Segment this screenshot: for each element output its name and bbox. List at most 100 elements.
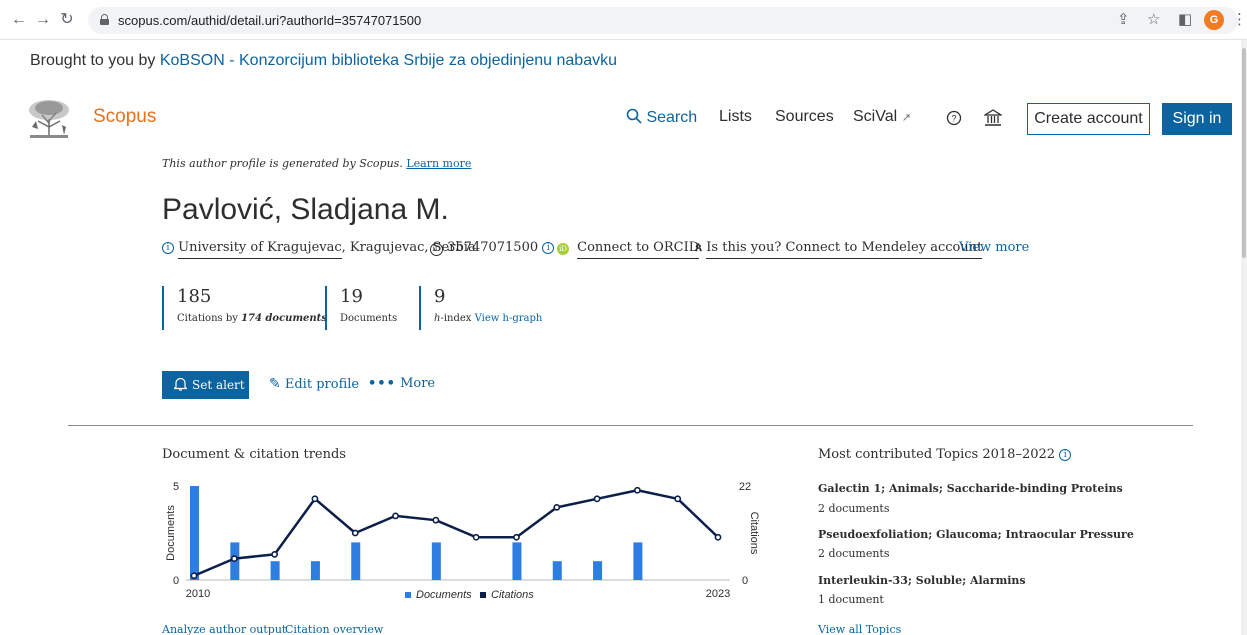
- institution-link[interactable]: KoBSON - Konzorcijum biblioteka Srbije z…: [160, 52, 617, 69]
- institution-icon[interactable]: [982, 109, 1004, 132]
- nav-scival-label: SciVal: [853, 108, 898, 125]
- mendeley-icon: ጰ: [695, 240, 703, 254]
- connect-mendeley-label: Is this you? Connect to Mendeley account: [706, 240, 983, 259]
- citations-point: [230, 555, 238, 563]
- nav-lists[interactable]: Lists: [719, 108, 752, 126]
- documents-label: Documents: [340, 313, 398, 324]
- topics-title-text: Most contributed Topics 2018–2022: [818, 447, 1056, 462]
- documents-bar: [310, 561, 320, 580]
- topic-docs: 2 documents: [818, 547, 890, 560]
- citations-label: Citations by 174 documents: [177, 313, 327, 324]
- citations-point: [271, 550, 279, 558]
- more-button[interactable]: ••• More: [368, 376, 435, 391]
- url-text[interactable]: scopus.com/authid/detail.uri?authorId=35…: [118, 13, 421, 28]
- address-bar[interactable]: scopus.com/authid/detail.uri?authorId=35…: [88, 7, 1238, 34]
- view-all-topics-link[interactable]: View all Topics: [818, 623, 901, 635]
- metric-citations[interactable]: 185 Citations by 174 documents: [162, 286, 327, 330]
- citations-point: [633, 486, 641, 494]
- edit-profile-label: Edit profile: [284, 377, 360, 392]
- scopus-id-value: 35747071500: [447, 240, 539, 255]
- side-panel-icon[interactable]: ◧: [1178, 10, 1192, 30]
- documents-value: 19: [340, 286, 363, 307]
- topic-docs: 1 document: [818, 593, 884, 606]
- documents-bar: [633, 542, 643, 580]
- citations-point: [593, 495, 601, 503]
- citations-point: [432, 516, 440, 524]
- set-alert-label: Set alert: [192, 378, 245, 392]
- menu-kebab-icon[interactable]: ⋮: [1232, 10, 1247, 30]
- analyze-author-output-link[interactable]: Analyze author output: [162, 623, 286, 635]
- document-citation-chart: 5 0 22 0 Documents Citations 2010 2023 Documents…: [165, 481, 760, 601]
- search-icon: [626, 108, 642, 124]
- legend-citations-label: Citations: [491, 589, 534, 601]
- scopus-brand[interactable]: Scopus: [93, 106, 156, 128]
- topic-name[interactable]: Galectin 1; Animals; Saccharide-binding …: [818, 482, 1123, 495]
- nav-sources[interactable]: Sources: [775, 108, 834, 126]
- x-axis-tick: 2010: [186, 588, 210, 600]
- reload-icon[interactable]: ↻: [58, 10, 76, 30]
- citations-point: [351, 529, 359, 537]
- lock-icon: [100, 14, 109, 25]
- edit-profile-button[interactable]: ✎ Edit profile: [269, 376, 359, 392]
- nav-scival[interactable]: SciVal ↗: [853, 108, 911, 126]
- citations-point: [513, 533, 520, 541]
- citations-point: [392, 512, 399, 520]
- banner-prefix: Brought to you by: [30, 52, 160, 69]
- left-axis-tick: 0: [173, 575, 179, 587]
- forward-icon[interactable]: →: [34, 10, 52, 30]
- connect-orcid-label: Connect to ORCID: [577, 240, 700, 259]
- sign-in-button[interactable]: Sign in: [1162, 103, 1232, 135]
- documents-bar: [552, 561, 562, 580]
- back-icon[interactable]: ←: [10, 10, 28, 30]
- topic-docs: 2 documents: [818, 502, 890, 515]
- help-icon[interactable]: ?: [946, 110, 962, 131]
- create-account-button[interactable]: Create account: [1027, 103, 1150, 135]
- scopus-id-icon: iD: [430, 243, 443, 256]
- topic-name[interactable]: Pseudoexfoliation; Glaucoma; Intraocular…: [818, 528, 1134, 541]
- info-icon[interactable]: i: [162, 242, 174, 254]
- view-more-link[interactable]: View more: [959, 240, 1029, 255]
- topic-name[interactable]: Interleukin-33; Soluble; Alarmins: [818, 574, 1026, 587]
- metric-documents[interactable]: 19 Documents: [325, 286, 397, 330]
- legend-documents-label: Documents: [416, 589, 472, 601]
- nav-search[interactable]: Search: [626, 108, 697, 127]
- left-axis-label: Documents: [165, 505, 177, 561]
- citation-overview-link[interactable]: Citation overview: [285, 623, 383, 635]
- citations-point: [311, 495, 319, 503]
- scrollbar-thumb[interactable]: [1242, 48, 1246, 258]
- external-link-icon: ↗: [901, 112, 911, 124]
- citations-point: [472, 533, 480, 541]
- connect-mendeley[interactable]: ጰ Is this you? Connect to Mendeley accou…: [695, 240, 983, 259]
- bookmark-star-icon[interactable]: ☆: [1147, 10, 1160, 30]
- citations-point: [190, 572, 198, 580]
- elsevier-logo-icon[interactable]: [24, 97, 74, 141]
- documents-bar: [431, 542, 441, 580]
- documents-bar: [593, 561, 603, 580]
- topics-title: Most contributed Topics 2018–2022 i: [818, 447, 1072, 462]
- ellipsis-icon: •••: [368, 376, 396, 391]
- orcid-icon: iD: [557, 243, 569, 255]
- set-alert-button[interactable]: Set alert: [162, 371, 249, 399]
- share-icon[interactable]: ⇪: [1117, 10, 1130, 30]
- affiliation-link[interactable]: University of Kragujevac: [178, 240, 342, 259]
- svg-text:?: ?: [951, 114, 956, 124]
- right-axis-tick: 0: [742, 575, 748, 587]
- author-name: Pavlović, Sladjana M.: [162, 193, 449, 226]
- profile-note-text: This author profile is generated by Scop…: [162, 157, 403, 170]
- documents-bar: [512, 542, 522, 580]
- profile-avatar[interactable]: G: [1204, 10, 1224, 30]
- scopus-id: iD 35747071500 i: [430, 240, 555, 256]
- citations-point: [553, 503, 561, 511]
- view-h-graph-link[interactable]: View h-graph: [475, 313, 543, 324]
- citations-label-prefix: Citations by: [177, 313, 242, 324]
- profile-generated-note: This author profile is generated by Scop…: [162, 157, 471, 170]
- scopus-id-info-icon[interactable]: i: [542, 242, 555, 254]
- citations-point: [674, 495, 682, 503]
- learn-more-link[interactable]: Learn more: [406, 157, 471, 170]
- x-axis-tick: 2023: [706, 588, 730, 600]
- right-axis-tick: 22: [739, 481, 751, 493]
- h-index-suffix: -index: [440, 313, 472, 324]
- topics-info-icon[interactable]: i: [1059, 449, 1072, 461]
- connect-orcid[interactable]: iD Connect to ORCID: [557, 240, 700, 259]
- citations-label-docs: 174 documents: [241, 313, 327, 324]
